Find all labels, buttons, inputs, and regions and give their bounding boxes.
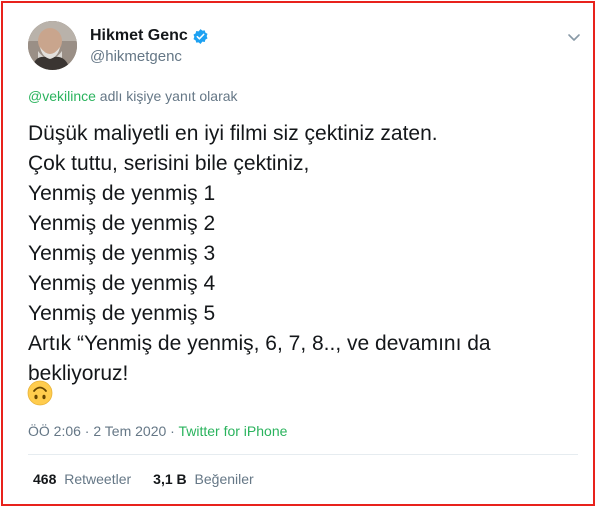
retweets-stat[interactable]: 468 Retweetler (33, 471, 131, 487)
author-handle[interactable]: @hikmetgenc (90, 48, 182, 65)
tweet-timestamp[interactable]: ÖÖ 2:06 · 2 Tem 2020 · (28, 423, 178, 439)
retweets-count: 468 (33, 471, 57, 487)
tweet-stats: 468 Retweetler 3,1 B Beğeniler (33, 471, 254, 487)
upside-down-face-emoji (27, 380, 53, 406)
reply-mention-link[interactable]: @vekilince (28, 88, 96, 104)
reply-context-text: adlı kişiye yanıt olarak (95, 88, 238, 104)
reply-context: @vekilince adlı kişiye yanıt olarak (28, 88, 238, 104)
tweet-text-line: bekliyoruz! (28, 362, 129, 385)
chevron-down-icon[interactable] (566, 29, 582, 45)
avatar[interactable] (28, 21, 77, 70)
tweet-source-link[interactable]: Twitter for iPhone (178, 423, 287, 439)
likes-label: Beğeniler (194, 471, 254, 487)
tweet-text-line: Çok tuttu, serisini bile çektiniz, (28, 152, 310, 175)
tweet-text: Düşük maliyetli en iyi filmi siz çektini… (28, 119, 578, 389)
tweet-text-line: Yenmiş de yenmiş 2 (28, 212, 216, 235)
tweet-text-line: Yenmiş de yenmiş 4 (28, 272, 216, 295)
tweet-text-line: Artık “Yenmiş de yenmiş, 6, 7, 8.., ve d… (28, 332, 491, 355)
tweet-text-line: Yenmiş de yenmiş 3 (28, 242, 216, 265)
likes-stat[interactable]: 3,1 B Beğeniler (153, 471, 254, 487)
verified-badge-icon (192, 28, 209, 45)
tweet-meta: ÖÖ 2:06 · 2 Tem 2020 · Twitter for iPhon… (28, 423, 287, 439)
tweet-card: Hikmet Genc @hikmetgenc @vekilince adlı … (1, 1, 595, 506)
tweet-text-line: Yenmiş de yenmiş 5 (28, 302, 216, 325)
retweets-label: Retweetler (64, 471, 132, 487)
likes-count: 3,1 B (153, 471, 187, 487)
tweet-text-line: Yenmiş de yenmiş 1 (28, 182, 216, 205)
tweet-header: Hikmet Genc @hikmetgenc (28, 21, 588, 73)
author-name[interactable]: Hikmet Genc (90, 27, 188, 45)
divider (28, 454, 578, 455)
tweet-text-line: Düşük maliyetli en iyi filmi siz çektini… (28, 122, 438, 145)
